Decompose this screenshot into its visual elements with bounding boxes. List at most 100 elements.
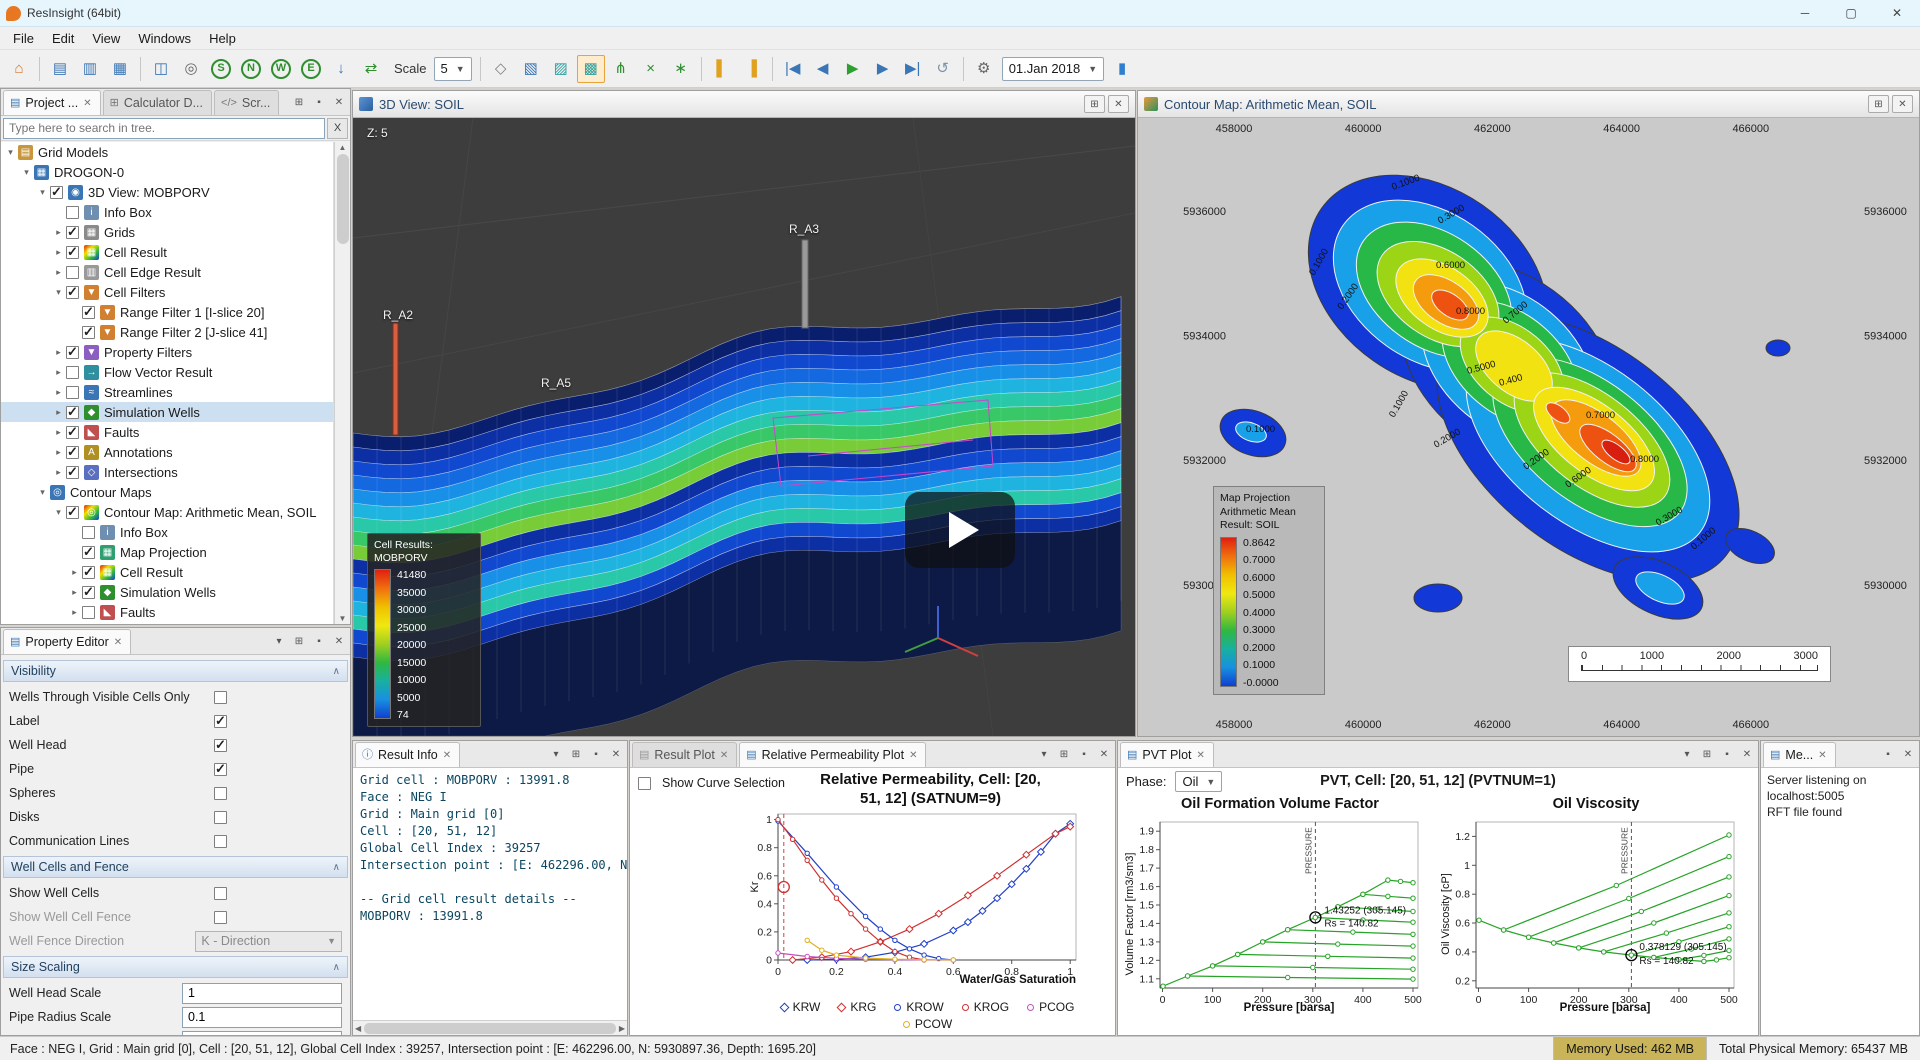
toolbar-view-y-icon[interactable]: ▨ [547,55,575,83]
tree-checkbox[interactable] [50,186,63,199]
tree-item-cell-filters[interactable]: ▾▼Cell Filters [1,282,333,302]
section-header-well-cells-and-fence[interactable]: Well Cells and Fence∧ [3,856,348,878]
close-icon[interactable]: ✕ [1899,746,1917,763]
legend-item-pcow[interactable]: PCOW [903,1017,952,1031]
well-head-checkbox[interactable] [214,739,227,752]
close-icon[interactable]: ✕ [720,750,728,761]
legend-item-krog[interactable]: KROG [962,1000,1009,1014]
toolbar-import-case-icon[interactable]: ⌂ [5,55,33,83]
close-icon[interactable]: ✕ [1892,95,1913,113]
menu-help[interactable]: Help [200,29,245,48]
tree-item-cell-edge-result[interactable]: ▸▥Cell Edge Result [1,262,333,282]
close-icon[interactable]: ✕ [443,750,451,761]
3d-view-titlebar[interactable]: 3D View: SOIL ⊞ ✕ [353,91,1135,118]
menu-edit[interactable]: Edit [43,29,83,48]
expander-icon[interactable]: ▸ [51,427,66,438]
toolbar-summary-plot-icon[interactable]: ▥ [76,55,104,83]
tab-calculator[interactable]: ⊞ Calculator D... [103,90,212,115]
disks-checkbox[interactable] [214,811,227,824]
legend-item-pcog[interactable]: PCOG [1027,1000,1074,1014]
toolbar-anim-next-icon[interactable]: ▶ [869,55,897,83]
3d-viewport[interactable]: Z: 5 R_A2 R_A3 R_A5 Cell Results:MOBPORV… [353,118,1135,736]
pin-icon[interactable]: ▪ [1718,746,1736,763]
toolbar-well-spheres-icon[interactable]: ∗ [667,55,695,83]
tree-item-contour-map-arithmetic-mean-soil[interactable]: ▾◎Contour Map: Arithmetic Mean, SOIL [1,502,333,522]
expander-icon[interactable]: ▾ [19,167,34,178]
tab-relative-permeability-plot[interactable]: ▤ Relative Permeability Plot ✕ [739,742,926,767]
tab-messages[interactable]: ▤ Me... ✕ [1763,742,1836,767]
float-icon[interactable]: ⊞ [567,746,585,763]
toolbar-view-z-icon[interactable]: ▩ [577,55,605,83]
menu-icon[interactable]: ▾ [547,746,565,763]
toolbar-well-crossflow-icon[interactable]: ⋔ [607,55,635,83]
pin-icon[interactable]: ▪ [1075,746,1093,763]
result-info-hscrollbar[interactable]: ◀ ▶ [353,1020,627,1035]
tree-item-property-filters[interactable]: ▸▼Property Filters [1,342,333,362]
expander-icon[interactable]: ▸ [67,587,82,598]
tree-item-contour-maps[interactable]: ▾◎Contour Maps [1,482,333,502]
tree-item-cell-result[interactable]: ▸▦Cell Result [1,562,333,582]
toolbar-anim-first-icon[interactable]: |◀ [779,55,807,83]
scroll-right-icon[interactable]: ▶ [619,1024,625,1033]
expander-icon[interactable]: ▾ [51,507,66,518]
tree-search-input[interactable] [3,118,325,139]
float-icon[interactable]: ⊞ [1055,746,1073,763]
memory-used-badge[interactable]: Memory Used: 462 MB [1553,1037,1706,1060]
tree-checkbox[interactable] [66,366,79,379]
expander-icon[interactable]: ▸ [51,387,66,398]
expander-icon[interactable]: ▸ [51,367,66,378]
tree-checkbox[interactable] [66,386,79,399]
tree-checkbox[interactable] [66,406,79,419]
expander-icon[interactable]: ▸ [67,607,82,618]
toolbar-anim-settings-icon[interactable]: ⚙ [970,55,998,83]
tab-pvt-plot[interactable]: ▤ PVT Plot ✕ [1120,742,1214,767]
expander-icon[interactable]: ▸ [51,227,66,238]
expander-icon[interactable]: ▸ [51,247,66,258]
toolbar-view-east-icon[interactable]: E [297,55,325,83]
expander-icon[interactable]: ▸ [67,567,82,578]
float-icon[interactable]: ⊞ [290,633,308,650]
float-icon[interactable]: ⊞ [290,94,308,111]
tree-item-annotations[interactable]: ▸AAnnotations [1,442,333,462]
scroll-down-icon[interactable]: ▼ [339,614,347,623]
pin-icon[interactable]: ▪ [1879,746,1897,763]
tree-item-range-filter-2-j-slice-41[interactable]: ▼Range Filter 2 [J-slice 41] [1,322,333,342]
expander-icon[interactable]: ▸ [51,407,66,418]
show-well-cells-checkbox[interactable] [214,887,227,900]
tab-property-editor[interactable]: ▤ Property Editor ✕ [3,629,131,654]
menu-icon[interactable]: ▾ [270,633,288,650]
pin-icon[interactable]: ▪ [310,633,328,650]
show-curve-selection-checkbox[interactable] [638,777,651,790]
maximize-button[interactable]: ▢ [1828,0,1874,26]
legend-item-krw[interactable]: KRW [781,1000,821,1014]
tree-checkbox[interactable] [66,506,79,519]
restore-icon[interactable]: ⊞ [1084,95,1105,113]
timestep-select[interactable]: 01.Jan 2018▼ [1002,57,1105,81]
close-icon[interactable]: ✕ [909,750,917,761]
close-icon[interactable]: ✕ [1818,750,1826,761]
float-icon[interactable]: ⊞ [1698,746,1716,763]
tab-result-plot[interactable]: ▤ Result Plot ✕ [632,742,737,767]
restore-icon[interactable]: ⊞ [1868,95,1889,113]
tree-checkbox[interactable] [66,346,79,359]
close-icon[interactable]: ✕ [607,746,625,763]
close-icon[interactable]: ✕ [114,637,122,648]
expander-icon[interactable]: ▸ [51,267,66,278]
collapse-icon[interactable]: ∧ [333,862,340,873]
scroll-up-icon[interactable]: ▲ [339,143,347,152]
tree-checkbox[interactable] [66,226,79,239]
show-well-cell-fence-checkbox[interactable] [214,911,227,924]
collapse-icon[interactable]: ∧ [333,666,340,677]
menu-view[interactable]: View [83,29,129,48]
tree-checkbox[interactable] [82,546,95,559]
tree-item-map-projection[interactable]: ▦Map Projection [1,542,333,562]
toolbar-snapshot-icon[interactable]: ↓ [327,55,355,83]
tree-checkbox[interactable] [66,206,79,219]
close-icon[interactable]: ✕ [1095,746,1113,763]
expander-icon[interactable]: ▸ [51,467,66,478]
pipe-radius-scale-field[interactable] [182,1007,342,1028]
toolbar-tile-windows-icon[interactable]: ◫ [147,55,175,83]
scale-select[interactable]: 5▼ [434,57,472,81]
toolbar-view-south-icon[interactable]: S [207,55,235,83]
well-head-scale-field[interactable] [182,983,342,1004]
